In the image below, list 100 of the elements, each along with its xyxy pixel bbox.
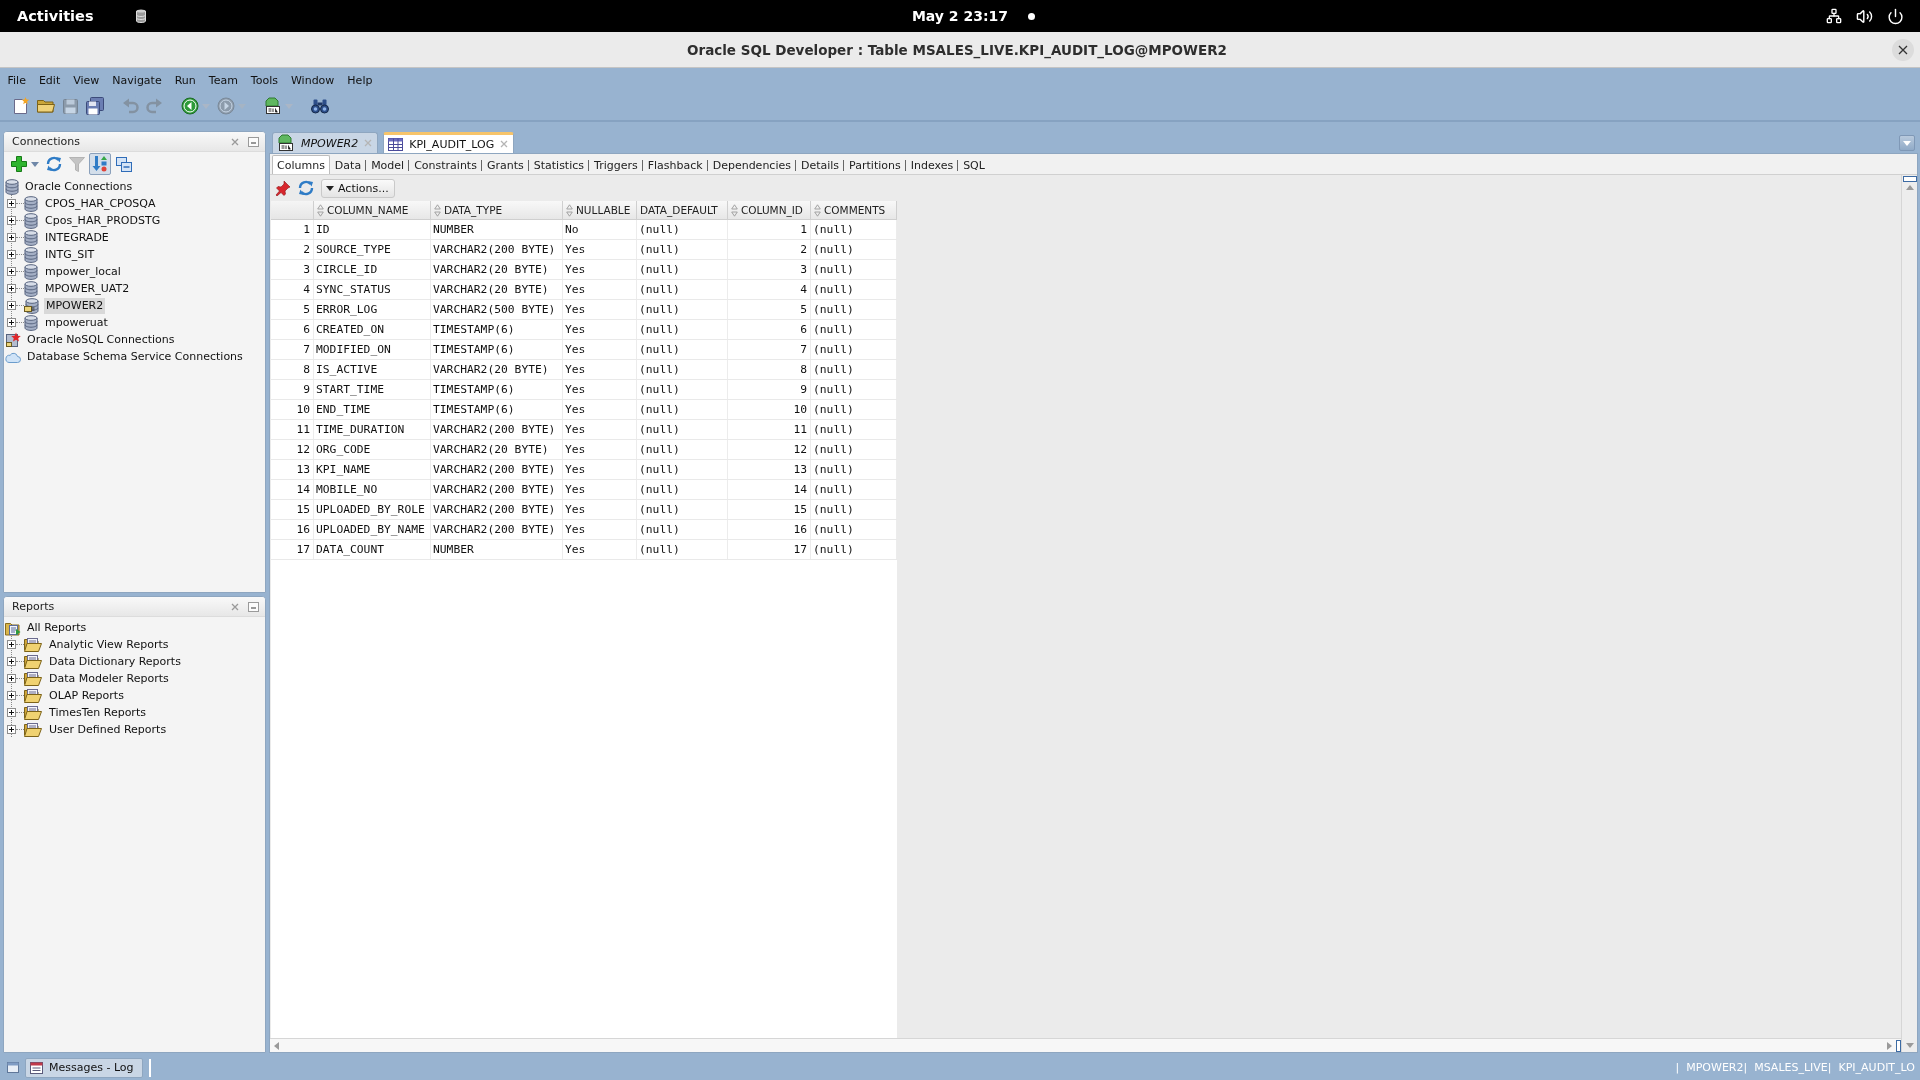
tree-item[interactable]: OLAP Reports: [47, 687, 126, 704]
row-number: 12: [271, 440, 314, 459]
tree-item[interactable]: Data Dictionary Reports: [47, 653, 183, 670]
table-cell: Yes: [563, 540, 637, 559]
table-cell: KPI_NAME: [314, 460, 431, 479]
subtab[interactable]: Grants: [481, 155, 529, 174]
subtab[interactable]: Data: [329, 155, 367, 174]
expand-icon[interactable]: [7, 657, 16, 666]
tree-item[interactable]: TimesTen Reports: [47, 704, 148, 721]
close-icon: [1898, 44, 1908, 55]
subtab[interactable]: Model: [366, 155, 410, 174]
tree-item[interactable]: CPOS_HAR_CPOSQA: [43, 195, 158, 212]
table-cell: CREATED_ON: [314, 320, 431, 339]
close-icon[interactable]: [231, 602, 239, 611]
subtab[interactable]: SQL: [958, 155, 990, 174]
toolbar-button[interactable]: [84, 95, 106, 117]
close-button[interactable]: [1892, 38, 1914, 61]
tree-item[interactable]: MPOWER_UAT2: [43, 280, 132, 297]
expand-icon[interactable]: [7, 725, 16, 734]
menu-item[interactable]: Run: [168, 70, 203, 90]
table-cell: (null): [637, 420, 728, 439]
row-number: 14: [271, 480, 314, 499]
subtab[interactable]: Partitions: [844, 155, 906, 174]
subtab[interactable]: Triggers: [589, 155, 643, 174]
expand-icon[interactable]: [7, 708, 16, 717]
horizontal-scrollbar[interactable]: [270, 1038, 1901, 1052]
subtab[interactable]: Details: [795, 155, 845, 174]
expand-icon[interactable]: [7, 216, 16, 225]
scroll-right-icon[interactable]: [1887, 1041, 1892, 1050]
menu-item[interactable]: Edit: [32, 70, 67, 90]
expand-icon[interactable]: [7, 284, 16, 293]
table-cell: (null): [811, 280, 897, 299]
menu-item[interactable]: Tools: [244, 70, 285, 90]
scroll-thumb[interactable]: [1902, 176, 1917, 182]
actions-button[interactable]: Actions...: [321, 178, 395, 198]
menu-item[interactable]: Navigate: [105, 70, 169, 90]
tree-item[interactable]: All Reports: [25, 619, 89, 636]
menu-item[interactable]: Help: [340, 70, 379, 90]
menu-item[interactable]: View: [66, 70, 106, 90]
power-icon[interactable]: [1887, 7, 1904, 25]
tree-item[interactable]: INTEGRADE: [43, 229, 111, 246]
subtab[interactable]: Constraints: [409, 155, 482, 174]
subtab[interactable]: Flashback: [642, 155, 708, 174]
expand-icon[interactable]: [7, 318, 16, 327]
expand-icon[interactable]: [7, 250, 16, 259]
minimize-icon[interactable]: [248, 136, 259, 147]
caret-icon: [1903, 140, 1911, 146]
expand-icon[interactable]: [7, 674, 16, 683]
expand-icon[interactable]: [7, 640, 16, 649]
row-number: 8: [271, 360, 314, 379]
column-header[interactable]: COLUMN_ID: [728, 201, 811, 220]
pushpin-icon[interactable]: [275, 180, 291, 196]
expand-icon[interactable]: [7, 267, 16, 276]
tree-item[interactable]: Analytic View Reports: [47, 636, 171, 653]
table-cell: (null): [637, 320, 728, 339]
column-header[interactable]: COMMENTS: [811, 201, 897, 220]
forward-arrow-icon: [217, 97, 235, 115]
network-icon[interactable]: [1826, 8, 1842, 24]
expand-icon[interactable]: [7, 199, 16, 208]
close-icon[interactable]: [231, 137, 239, 146]
tree-item[interactable]: MPOWER2: [44, 297, 106, 314]
scroll-thumb[interactable]: [1896, 1039, 1901, 1052]
document-tab[interactable]: KPI_AUDIT_LOG: [383, 132, 515, 153]
messages-tab[interactable]: Messages - Log: [25, 1057, 143, 1078]
toolbar-button[interactable]: [262, 95, 295, 117]
split-windows-icon: [115, 155, 133, 173]
tree-item[interactable]: Data Modeler Reports: [47, 670, 171, 687]
subtab[interactable]: Dependencies: [707, 155, 796, 174]
scroll-left-icon[interactable]: [274, 1041, 279, 1050]
document-tab[interactable]: MPOWER2: [272, 132, 379, 153]
subtab[interactable]: Statistics: [528, 155, 590, 174]
expand-icon[interactable]: [7, 301, 16, 310]
column-header[interactable]: DATA_TYPE: [431, 201, 563, 220]
tree-item[interactable]: mpower_local: [43, 263, 123, 280]
expand-icon[interactable]: [7, 233, 16, 242]
menu-item[interactable]: Window: [284, 70, 341, 90]
table-cell: (null): [637, 480, 728, 499]
tree-item[interactable]: Cpos_HAR_PRODSTG: [43, 212, 163, 229]
table-cell: TIMESTAMP(6): [431, 380, 563, 399]
tree-item[interactable]: User Defined Reports: [47, 721, 169, 738]
menu-item[interactable]: Team: [202, 70, 245, 90]
tree-item[interactable]: mpoweruat: [43, 314, 110, 331]
tree-item[interactable]: Database Schema Service Connections: [25, 348, 245, 365]
vertical-scrollbar[interactable]: [1901, 175, 1917, 1052]
column-header[interactable]: DATA_DEFAULT: [637, 201, 728, 220]
expand-icon[interactable]: [7, 691, 16, 700]
subtab[interactable]: Indexes: [905, 155, 959, 174]
menu-item[interactable]: File: [1, 70, 33, 90]
tab-list-button[interactable]: [1899, 135, 1915, 151]
minimize-icon[interactable]: [248, 601, 259, 612]
clock[interactable]: May 2 23:17: [911, 8, 1009, 24]
subtab[interactable]: Columns: [272, 155, 330, 174]
volume-icon[interactable]: [1856, 7, 1873, 25]
table-cell: (null): [811, 400, 897, 419]
tree-item[interactable]: Oracle NoSQL Connections: [25, 331, 177, 348]
column-header[interactable]: NULLABLE: [563, 201, 637, 220]
tree-item[interactable]: Oracle Connections: [23, 178, 135, 195]
column-header[interactable]: COLUMN_NAME: [314, 201, 431, 220]
tree-item[interactable]: INTG_SIT: [43, 246, 97, 263]
activities-button[interactable]: Activities: [17, 8, 94, 24]
